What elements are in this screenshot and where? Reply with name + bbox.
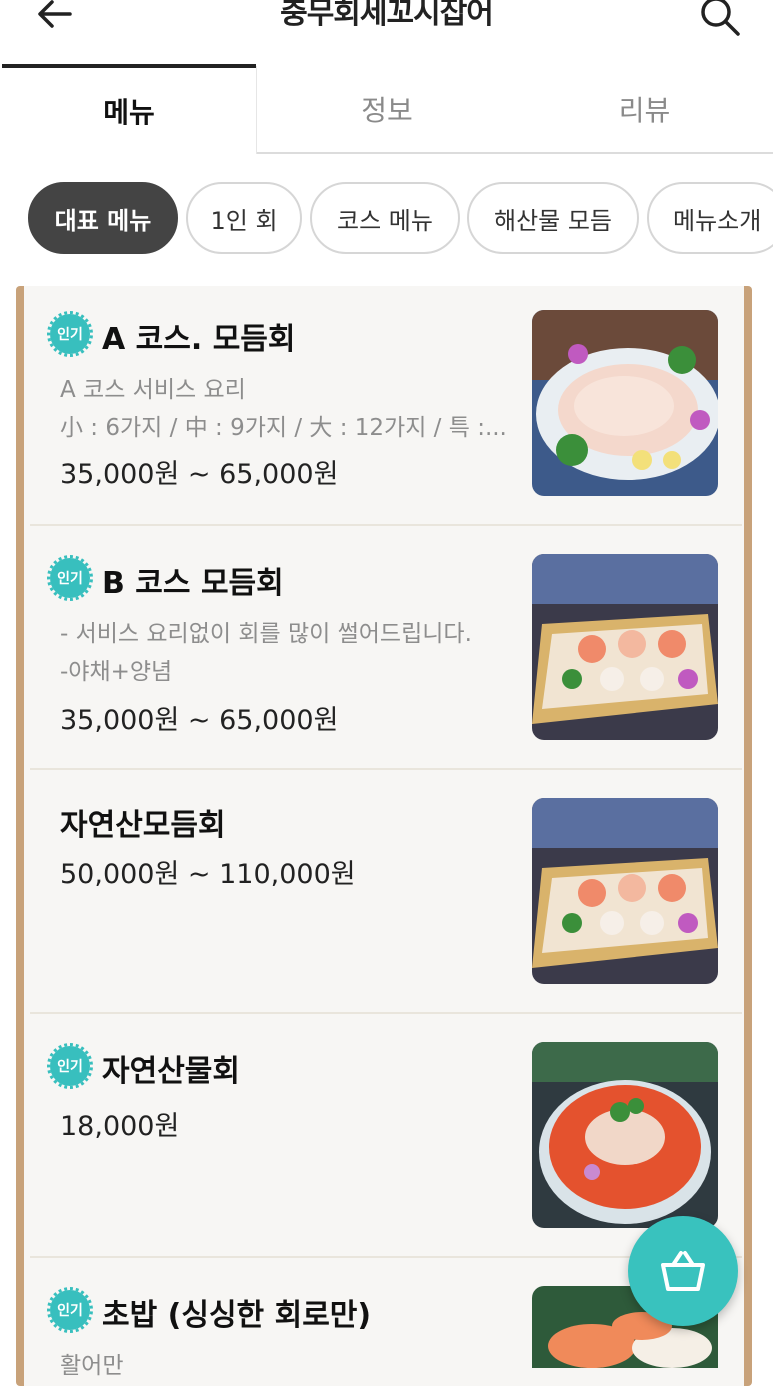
chip-label: 코스 메뉴 (337, 206, 433, 235)
menu-item-photo (532, 1042, 718, 1228)
menu-item-photo (532, 798, 718, 984)
tab-label: 메뉴 (103, 96, 155, 129)
tab-reviews[interactable]: 리뷰 (516, 64, 773, 154)
chip-label: 대표 메뉴 (54, 206, 152, 235)
menu-item-name: 자연산모듬회 (60, 808, 226, 843)
menu-item-b-course[interactable]: 인기 B 코스 모듬회 - 서비스 요리없이 회를 많이 썰어드립니다. -야채… (30, 526, 742, 768)
chip-signature-menu[interactable]: 대표 메뉴 (28, 182, 178, 254)
chip-course-menu[interactable]: 코스 메뉴 (310, 182, 460, 254)
menu-item-a-course[interactable]: 인기 A 코스. 모듬회 A 코스 서비스 요리 小 : 6가지 / 中 : 9… (30, 288, 742, 524)
menu-item-desc: - 서비스 요리없이 회를 많이 썰어드립니다. (60, 621, 472, 647)
chip-label: 메뉴소개 (673, 206, 762, 235)
popular-badge: 인기 (47, 555, 93, 601)
popular-badge: 인기 (47, 1043, 93, 1089)
menu-item-price: 35,000원 ~ 65,000원 (60, 705, 339, 736)
badge-label: 인기 (57, 1303, 83, 1319)
menu-item-name: 초밥 (싱싱한 회로만) (102, 1298, 372, 1333)
search-icon (701, 0, 740, 36)
tab-divider (256, 66, 257, 154)
chip-label: 1인 회 (210, 206, 278, 235)
page-title: 충무회세꼬시잡어 (280, 0, 494, 31)
tab-divider (256, 152, 773, 154)
menu-item-desc: 小 : 6가지 / 中 : 9가지 / 大 : 12가지 / 특 :... (60, 415, 507, 441)
chip-single-sashimi[interactable]: 1인 회 (186, 182, 302, 254)
menu-item-photo (532, 554, 718, 740)
tab-bar: 메뉴 정보 리뷰 (0, 64, 773, 156)
badge-label: 인기 (57, 571, 83, 587)
tab-label: 정보 (361, 94, 413, 127)
tab-info[interactable]: 정보 (258, 64, 516, 154)
chip-menu-intro[interactable]: 메뉴소개 (647, 182, 773, 254)
menu-item-wild-mulhoe[interactable]: 인기 자연산물회 18,000원 (30, 1014, 742, 1256)
chip-seafood-platter[interactable]: 해산물 모듬 (467, 182, 639, 254)
menu-item-price: 18,000원 (60, 1111, 180, 1142)
search-button[interactable] (696, 0, 744, 40)
menu-item-price: 35,000원 ~ 65,000원 (60, 459, 339, 490)
tab-menu[interactable]: 메뉴 (2, 64, 256, 154)
menu-item-photo (532, 310, 718, 496)
app-header: 충무회세꼬시잡어 (0, 0, 773, 64)
menu-item-wild-assorted[interactable]: 자연산모듬회 50,000원 ~ 110,000원 (30, 770, 742, 1012)
category-chip-bar[interactable]: 대표 메뉴 1인 회 코스 메뉴 해산물 모듬 메뉴소개 (0, 180, 773, 260)
badge-label: 인기 (57, 327, 83, 343)
menu-item-name: 자연산물회 (102, 1054, 240, 1089)
popular-badge: 인기 (47, 1287, 93, 1333)
tab-label: 리뷰 (618, 94, 671, 127)
basket-icon (661, 1251, 705, 1291)
menu-item-desc: A 코스 서비스 요리 (60, 377, 246, 403)
menu-item-name: A 코스. 모듬회 (102, 322, 296, 357)
menu-item-price: 50,000원 ~ 110,000원 (60, 859, 356, 890)
popular-badge: 인기 (47, 311, 93, 357)
menu-item-name: B 코스 모듬회 (102, 566, 284, 601)
chip-label: 해산물 모듬 (493, 206, 613, 235)
menu-item-desc: 활어만 (60, 1353, 124, 1379)
badge-label: 인기 (57, 1059, 83, 1075)
menu-item-desc: -야채+양념 (60, 659, 173, 685)
cart-button[interactable] (628, 1216, 738, 1326)
